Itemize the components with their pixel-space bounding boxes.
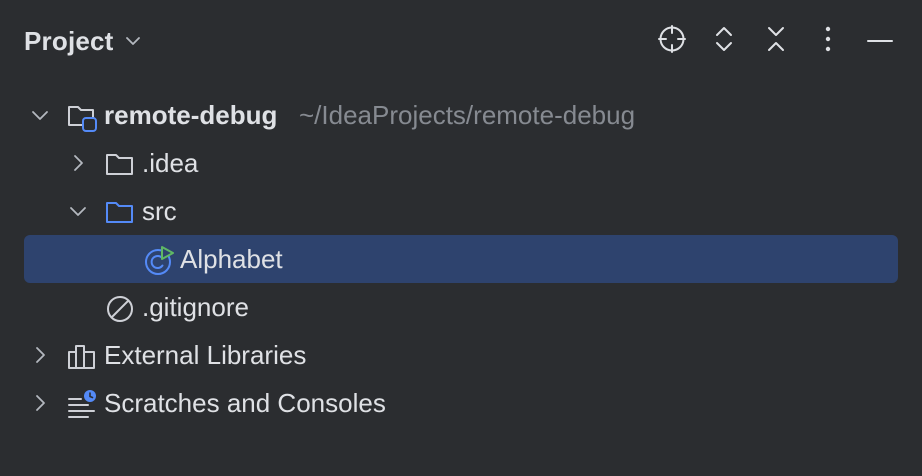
expand-all-icon bbox=[709, 24, 739, 59]
tree-item-label: remote-debug bbox=[104, 100, 278, 130]
tree-item-label: Scratches and Consoles bbox=[104, 388, 386, 418]
scratches-icon bbox=[66, 389, 96, 419]
project-tree: remote-debug ~/IdeaProjects/remote-debug… bbox=[0, 91, 922, 427]
view-selector[interactable]: Project bbox=[24, 22, 142, 60]
chevron-right-icon[interactable] bbox=[30, 345, 50, 365]
tree-item-alphabet[interactable]: Alphabet bbox=[0, 235, 922, 283]
tree-item-path: ~/IdeaProjects/remote-debug bbox=[299, 100, 636, 130]
module-folder-icon bbox=[66, 101, 97, 132]
tree-item-label: .idea bbox=[142, 148, 199, 178]
tree-item-label: .gitignore bbox=[142, 292, 249, 322]
tree-item-label: src bbox=[142, 196, 177, 226]
tree-item-idea[interactable]: .idea bbox=[0, 139, 922, 187]
chevron-down-icon[interactable] bbox=[30, 105, 50, 125]
panel-title: Project bbox=[24, 25, 114, 56]
tool-window-header: Project bbox=[0, 0, 922, 82]
minimize-icon bbox=[865, 24, 895, 59]
tree-item-scratches[interactable]: Scratches and Consoles bbox=[0, 379, 922, 427]
locate-file-button[interactable] bbox=[653, 22, 691, 60]
tree-item-src[interactable]: src bbox=[0, 187, 922, 235]
tree-item-label: Alphabet bbox=[180, 244, 283, 274]
source-folder-icon bbox=[104, 197, 134, 227]
project-tool-window: Project remote-debug ~/IdeaProjects/remo… bbox=[0, 0, 922, 476]
more-vertical-icon bbox=[813, 24, 843, 59]
tree-item-gitignore[interactable]: .gitignore bbox=[0, 283, 922, 331]
tree-item-remote-debug[interactable]: remote-debug ~/IdeaProjects/remote-debug bbox=[0, 91, 922, 139]
chevron-down-icon[interactable] bbox=[68, 201, 88, 221]
tree-item-external-libraries[interactable]: External Libraries bbox=[0, 331, 922, 379]
tree-item-label: External Libraries bbox=[104, 340, 307, 370]
libraries-icon bbox=[66, 341, 96, 371]
options-menu-button[interactable] bbox=[809, 22, 847, 60]
chevron-right-icon[interactable] bbox=[30, 393, 50, 413]
chevron-right-icon[interactable] bbox=[68, 153, 88, 173]
expand-all-button[interactable] bbox=[705, 22, 743, 60]
crosshair-icon bbox=[657, 24, 687, 59]
hide-panel-button[interactable] bbox=[861, 22, 899, 60]
collapse-all-button[interactable] bbox=[757, 22, 795, 60]
collapse-all-icon bbox=[761, 24, 791, 59]
folder-icon bbox=[104, 149, 134, 179]
ignored-file-icon bbox=[104, 293, 134, 323]
chevron-down-icon bbox=[124, 32, 142, 50]
runnable-class-icon bbox=[143, 245, 174, 275]
